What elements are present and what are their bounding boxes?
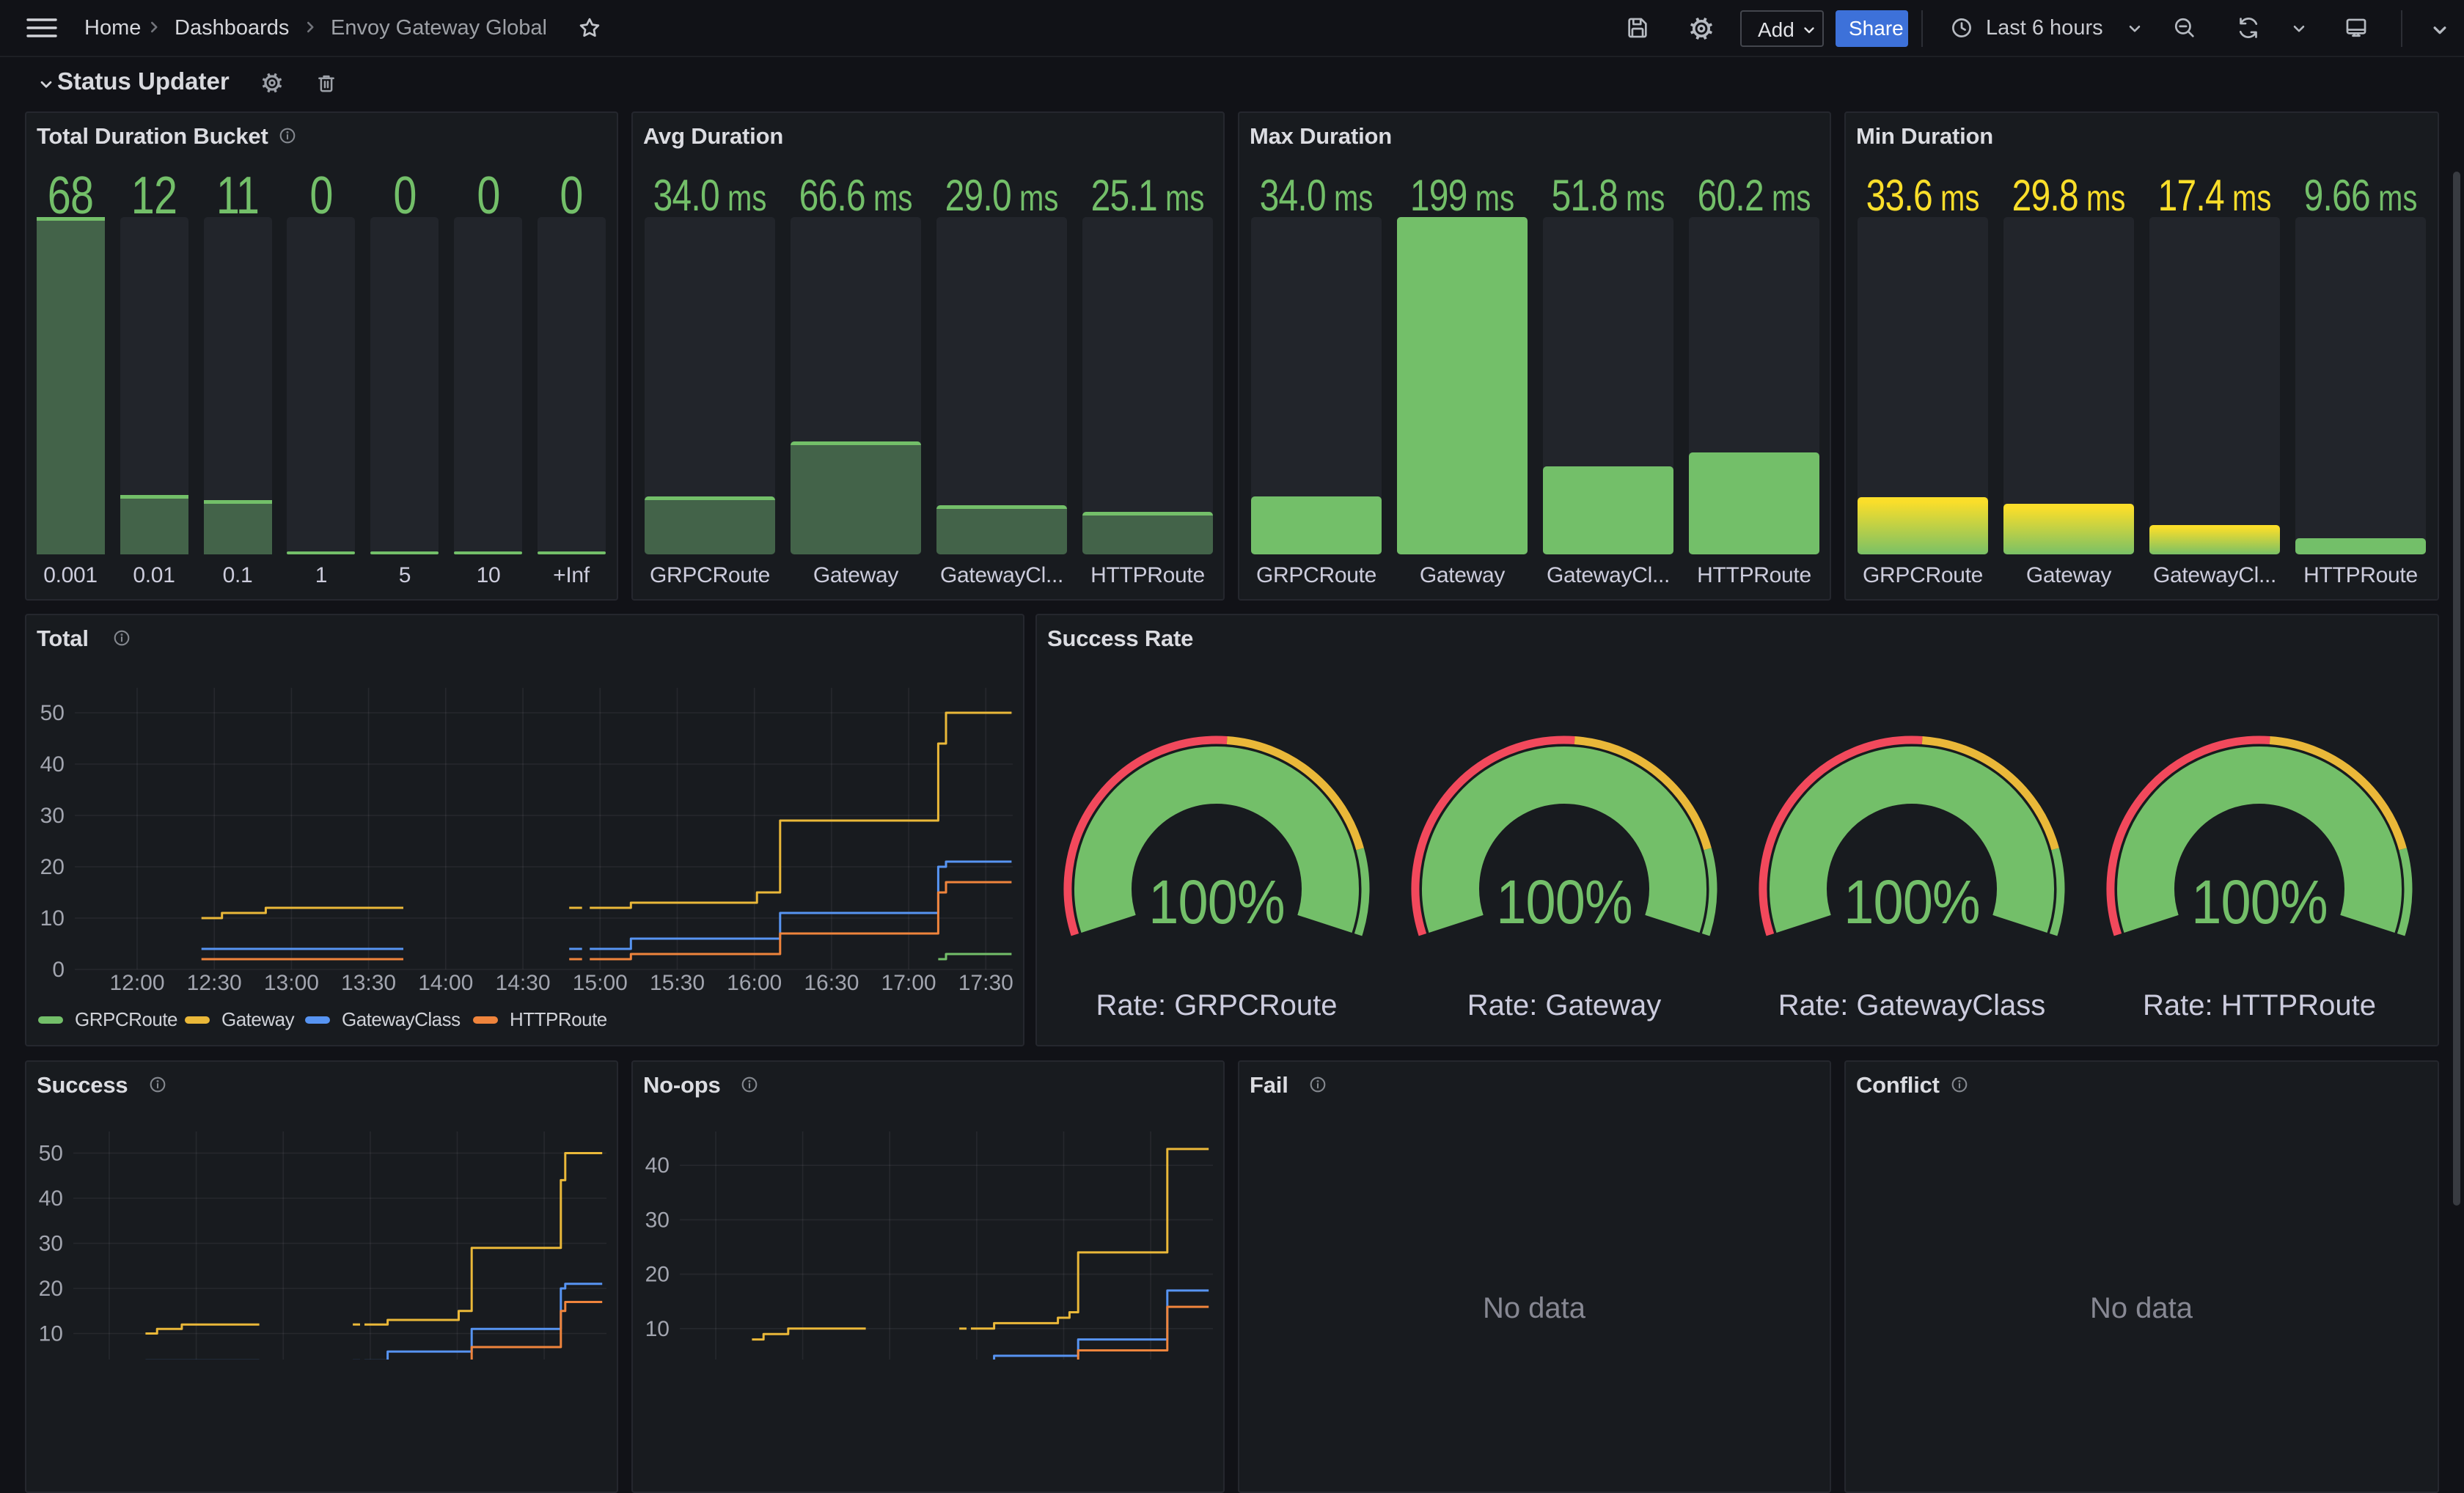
svg-text:30: 30	[645, 1208, 670, 1232]
svg-text:40: 40	[40, 752, 65, 777]
svg-text:16:30: 16:30	[804, 971, 859, 995]
svg-text:13:00: 13:00	[264, 971, 319, 995]
svg-text:14:30: 14:30	[496, 971, 551, 995]
svg-text:20: 20	[645, 1263, 670, 1287]
svg-text:50: 50	[39, 1142, 63, 1166]
svg-text:20: 20	[40, 855, 65, 879]
svg-text:0: 0	[52, 958, 65, 982]
svg-text:12:30: 12:30	[187, 971, 242, 995]
svg-text:10: 10	[39, 1322, 63, 1346]
svg-text:15:30: 15:30	[650, 971, 705, 995]
svg-text:30: 30	[39, 1232, 63, 1256]
svg-text:10: 10	[40, 906, 65, 931]
svg-text:12:00: 12:00	[109, 971, 164, 995]
svg-text:14:00: 14:00	[418, 971, 473, 995]
svg-text:17:00: 17:00	[881, 971, 936, 995]
svg-text:30: 30	[40, 804, 65, 828]
svg-text:50: 50	[40, 701, 65, 725]
svg-text:20: 20	[39, 1277, 63, 1301]
svg-text:10: 10	[645, 1317, 670, 1341]
svg-text:13:30: 13:30	[341, 971, 396, 995]
svg-text:16:00: 16:00	[727, 971, 782, 995]
svg-text:40: 40	[645, 1153, 670, 1178]
svg-text:15:00: 15:00	[573, 971, 628, 995]
svg-text:40: 40	[39, 1186, 63, 1211]
